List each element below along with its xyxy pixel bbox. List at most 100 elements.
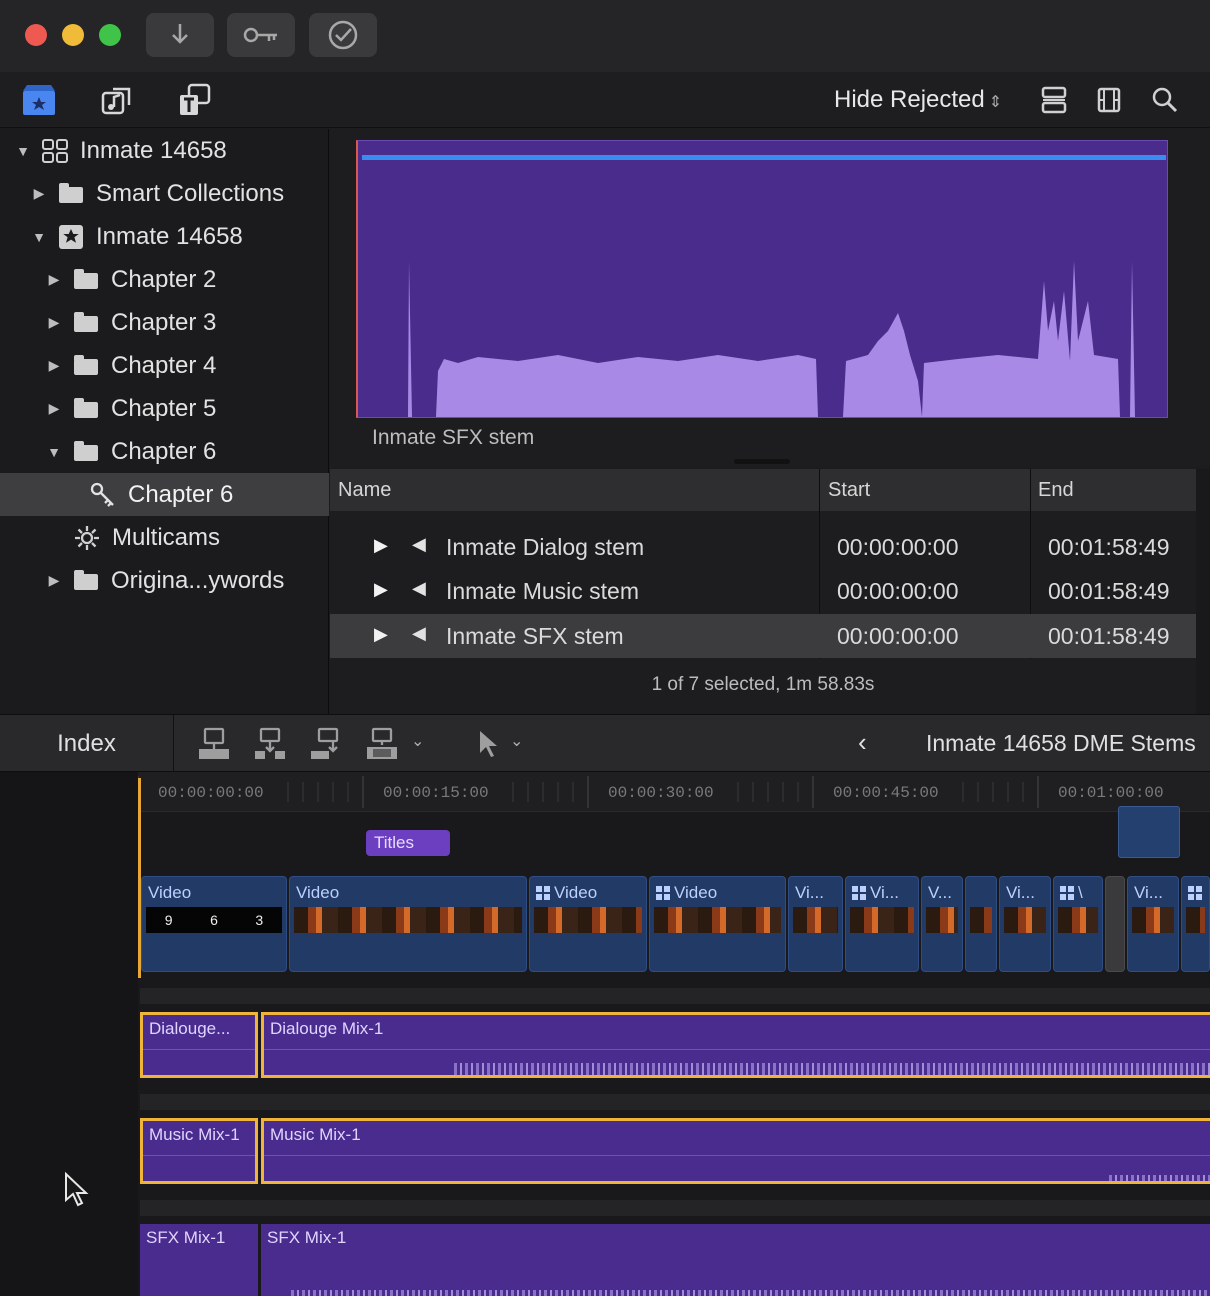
disclosure-triangle-icon[interactable]: ▼ (45, 444, 63, 460)
insert-clip-icon (255, 727, 285, 759)
audio-clip-dialogue-mix[interactable]: Dialouge Mix-1 (261, 1012, 1210, 1078)
import-icon (172, 24, 188, 44)
mouse-cursor-icon (65, 1172, 89, 1207)
row-start: 00:00:00:00 (837, 578, 959, 604)
overwrite-clip-button[interactable] (363, 725, 401, 763)
multicam-clip[interactable]: Vi... (845, 876, 919, 972)
volume-level-line-overlay (362, 155, 1166, 160)
video-clip[interactable]: Video (289, 876, 527, 972)
timeline-toolbar: Index ⌄ ⌄ ‹ Inmate 14658 DME Stems (0, 714, 1210, 773)
timeline-ruler[interactable]: 00:00:00:00 00:00:15:00 00:00:30:00 00:0… (138, 772, 1210, 812)
connect-clip-icon (199, 727, 229, 759)
select-tool-button[interactable] (468, 725, 506, 763)
waveform-display[interactable] (356, 140, 1168, 418)
sidebar-item-chapter-3[interactable]: ▶ Chapter 3 (0, 301, 329, 344)
chevron-down-icon[interactable]: ⌄ (411, 731, 424, 751)
play-icon[interactable]: ▶ (374, 579, 388, 600)
lane-spacer (140, 1094, 1210, 1110)
index-button[interactable]: Index (0, 715, 174, 773)
search-button[interactable] (1146, 82, 1184, 118)
import-button[interactable] (146, 13, 214, 57)
disclosure-triangle-icon[interactable]: ▼ (14, 143, 32, 159)
pane-resize-handle[interactable] (734, 459, 790, 464)
video-clip[interactable]: V... (921, 876, 963, 972)
filmstrip-icon (1097, 87, 1121, 113)
timeline-gutter (0, 772, 138, 1296)
sidebar-item-label: Chapter 2 (111, 265, 217, 293)
timeline[interactable]: 00:00:00:00 00:00:15:00 00:00:30:00 00:0… (0, 772, 1210, 1296)
filmstrip-thumbnails (793, 907, 838, 933)
filmstrip-thumbnails (1186, 907, 1205, 933)
photos-audio-button[interactable] (98, 82, 136, 118)
connect-clip-button[interactable] (195, 725, 233, 763)
video-clip[interactable]: Vi... (999, 876, 1051, 972)
filmstrip-thumbnails (970, 907, 992, 933)
libraries-button[interactable] (20, 82, 58, 118)
sidebar-item-label: Chapter 6 (111, 437, 217, 465)
clip-appearance-button[interactable] (1035, 82, 1073, 118)
play-icon[interactable]: ▶ (374, 535, 388, 556)
insert-clip-button[interactable] (251, 725, 289, 763)
disclosure-triangle-icon[interactable]: ▶ (45, 400, 63, 417)
timeline-history-back-icon[interactable]: ‹ (858, 727, 867, 758)
audio-clip-music-mix[interactable]: Music Mix-1 (261, 1118, 1210, 1184)
disclosure-triangle-icon[interactable]: ▶ (45, 271, 63, 288)
row-name: Inmate Music stem (446, 578, 639, 604)
gap-clip[interactable] (1105, 876, 1125, 972)
sidebar-item-chapter-6-keyword[interactable]: Chapter 6 (0, 473, 329, 516)
disclosure-triangle-icon[interactable]: ▶ (45, 314, 63, 331)
zoom-window-button[interactable] (99, 24, 121, 46)
audio-clip-sfx[interactable]: SFX Mix-1 (140, 1224, 258, 1296)
column-header-end[interactable]: End (1038, 479, 1074, 502)
sidebar-item-original-keywords[interactable]: ▶ Origina...ywords (0, 559, 329, 602)
close-window-button[interactable] (25, 24, 47, 46)
connected-clip[interactable] (1118, 806, 1180, 858)
filter-popup[interactable]: Hide Rejected ⇕ (834, 86, 1002, 114)
sidebar-item-chapter-2[interactable]: ▶ Chapter 2 (0, 258, 329, 301)
multicam-clip[interactable]: Video (649, 876, 786, 972)
sidebar-item-smart-collections[interactable]: ▶ Smart Collections (0, 172, 329, 215)
disclosure-triangle-icon[interactable]: ▶ (45, 572, 63, 589)
sidebar-item-library[interactable]: ▼ Inmate 14658 (0, 129, 329, 172)
background-tasks-button[interactable] (309, 13, 377, 57)
audio-clip-dialogue[interactable]: Dialouge... (140, 1012, 258, 1078)
titles-generators-button[interactable] (176, 82, 214, 118)
sidebar-item-chapter-5[interactable]: ▶ Chapter 5 (0, 387, 329, 430)
disclosure-triangle-icon[interactable]: ▼ (30, 229, 48, 245)
row-name: Inmate Dialog stem (446, 534, 645, 560)
sidebar-item-chapter-4[interactable]: ▶ Chapter 4 (0, 344, 329, 387)
sidebar-item-event[interactable]: ▼ Inmate 14658 (0, 215, 329, 258)
multicam-clip[interactable] (1181, 876, 1210, 972)
keyword-editor-button[interactable] (227, 13, 295, 57)
sidebar-item-label: Smart Collections (96, 179, 285, 207)
column-header-start[interactable]: Start (828, 479, 870, 502)
multicam-clip[interactable]: \ (1053, 876, 1103, 972)
disclosure-triangle-icon[interactable]: ▶ (30, 185, 48, 202)
audio-clip-music[interactable]: Music Mix-1 (140, 1118, 258, 1184)
clip-label: Video (148, 883, 192, 902)
skimmer-playhead[interactable] (138, 778, 141, 978)
sidebar-item-chapter-6-folder[interactable]: ▼ Chapter 6 (0, 430, 329, 473)
chevron-down-icon[interactable]: ⌄ (510, 731, 523, 751)
minimize-window-button[interactable] (62, 24, 84, 46)
row-start: 00:00:00:00 (837, 623, 959, 649)
play-icon[interactable]: ▶ (374, 624, 388, 645)
video-clip[interactable]: Vi... (788, 876, 843, 972)
video-clip[interactable] (965, 876, 997, 972)
keyword-icon (88, 482, 118, 507)
video-clip[interactable]: Vi... (1127, 876, 1179, 972)
list-scrollbar[interactable] (1196, 469, 1210, 714)
sidebar-item-multicams[interactable]: Multicams (0, 516, 329, 559)
append-clip-button[interactable] (307, 725, 345, 763)
filmstrip-thumbnails (1132, 907, 1174, 933)
multicam-clip[interactable]: Video (529, 876, 647, 972)
list-row[interactable]: ▶ ◀ Inmate Dialog stem 00:00:00:00 00:01… (330, 525, 1196, 569)
audio-clip-sfx-mix[interactable]: SFX Mix-1 (261, 1224, 1210, 1296)
list-row[interactable]: ▶ ◀ Inmate Music stem 00:00:00:00 00:01:… (330, 569, 1196, 613)
video-clip[interactable]: Video 9 6 3 (141, 876, 287, 972)
filmstrip-list-toggle[interactable] (1090, 82, 1128, 118)
disclosure-triangle-icon[interactable]: ▶ (45, 357, 63, 374)
list-row-selected[interactable]: ▶ ◀ Inmate SFX stem 00:00:00:00 00:01:58… (330, 614, 1196, 658)
title-clip[interactable]: Titles (366, 830, 450, 856)
column-header-name[interactable]: Name (338, 479, 391, 502)
